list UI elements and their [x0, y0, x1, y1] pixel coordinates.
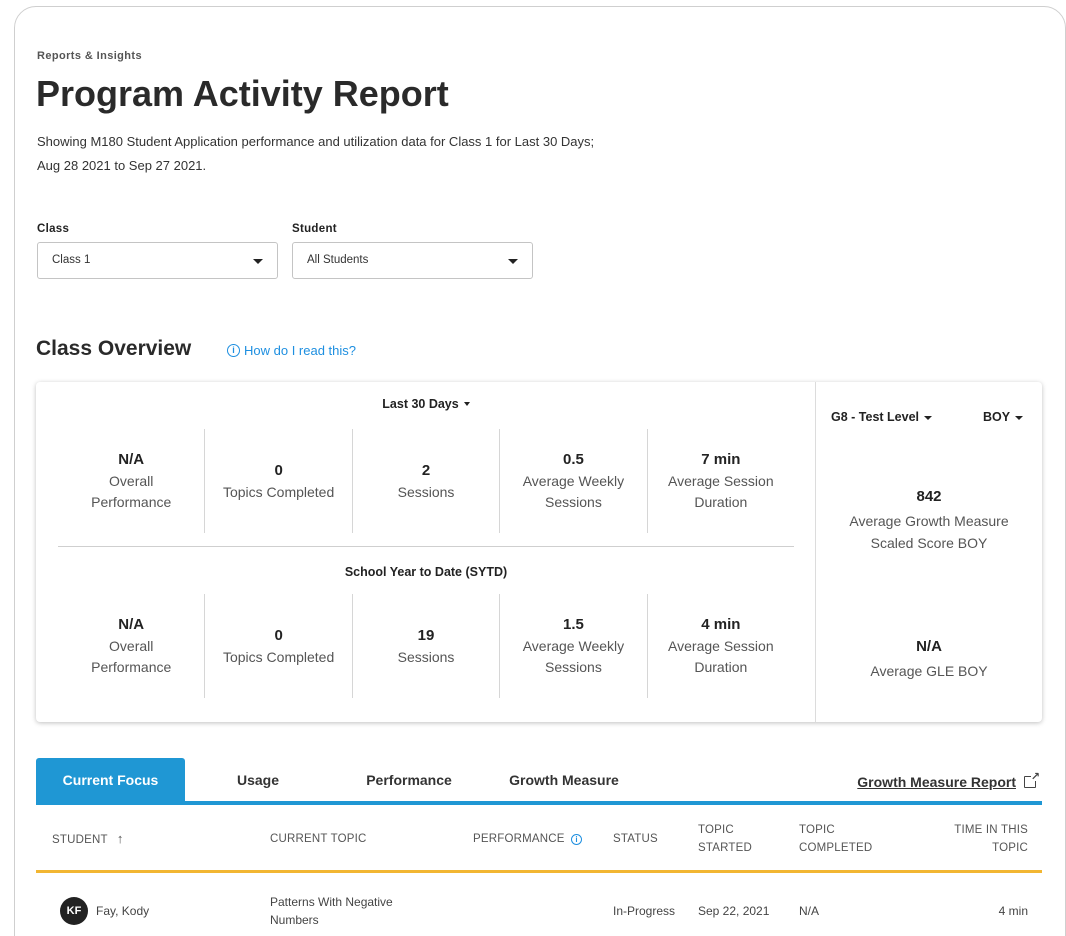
sytd-metrics: N/A Overall Performance 0 Topics Complet… — [58, 594, 794, 698]
metric-label: Topics Completed — [222, 648, 335, 665]
info-icon: i — [227, 344, 240, 357]
metric-value: 842 — [916, 488, 942, 505]
tab-performance[interactable]: Performance — [351, 758, 467, 801]
metric-value: N/A — [118, 451, 145, 468]
metric-value: 0 — [274, 461, 283, 479]
report-tabs: Current Focus Usage Performance Growth M… — [36, 758, 1042, 805]
tab-current-focus[interactable]: Current Focus — [36, 758, 185, 801]
current-topic: Patterns With Negative Numbers — [270, 895, 393, 927]
metric-label: Sessions — [397, 648, 455, 665]
metric-topics-completed: 0 Topics Completed — [204, 594, 351, 698]
metric-label: Average Session Duration — [668, 473, 774, 510]
metric-value: 0.5 — [562, 451, 584, 468]
last30-metrics: N/A Overall Performance 0 Topics Complet… — [58, 429, 794, 533]
arrow-up-icon: ↑ — [116, 831, 124, 846]
metric-sessions: 2 Sessions — [351, 429, 499, 533]
metric-label: Average Weekly Sessions — [522, 473, 625, 510]
sort-student-header[interactable]: STUDENT ↑ — [52, 830, 124, 849]
tab-usage[interactable]: Usage — [218, 758, 298, 801]
metric-growth-measure: 842 Average Growth Measure Scaled Score … — [816, 486, 1042, 554]
header-label: STUDENT — [52, 834, 108, 846]
metric-label: Average Weekly Sessions — [522, 638, 625, 675]
report-page: Reports & Insights Program Activity Repo… — [14, 6, 1066, 936]
header-time-in-topic: TIME IN THIS TOPIC — [954, 824, 1028, 854]
metric-value: 0 — [274, 626, 283, 644]
test-level-value: G8 - Test Level — [831, 410, 919, 424]
metric-value: N/A — [118, 616, 145, 633]
metric-label: Overall Performance — [91, 473, 172, 510]
metric-label: Sessions — [397, 483, 455, 500]
metric-average-session-duration: 7 min Average Session Duration — [646, 429, 794, 533]
table-row[interactable]: KF Fay, Kody Patterns With Negative Numb… — [36, 873, 1042, 936]
metric-sessions: 19 Sessions — [351, 594, 499, 698]
metric-label: Average GLE BOY — [870, 663, 988, 679]
metric-value: 2 — [421, 461, 431, 479]
page-description: Showing M180 Student Application perform… — [37, 134, 595, 173]
table-header: STUDENT ↑ CURRENT TOPIC PERFORMANCE i ST… — [36, 805, 1042, 873]
metric-value: 4 min — [701, 616, 741, 633]
boy-value: BOY — [983, 410, 1011, 424]
metric-label: Average Session Duration — [668, 638, 774, 675]
external-link-icon — [1024, 770, 1040, 788]
period-select-boy[interactable]: BOY — [983, 410, 1024, 424]
student-filter-label: Student — [292, 223, 337, 235]
time-in-topic-value: 4 min — [998, 904, 1028, 918]
metric-label: Average Growth Measure Scaled Score BOY — [849, 513, 1009, 551]
metric-label: Topics Completed — [222, 483, 335, 500]
header-topic-started: TOPIC STARTED — [698, 824, 753, 854]
chevron-down-icon — [508, 259, 518, 264]
growth-measure-report-link[interactable]: Growth Measure Report — [857, 770, 1040, 790]
chevron-down-icon — [1015, 416, 1024, 420]
help-link[interactable]: i How do I read this? — [227, 343, 356, 358]
header-performance: PERFORMANCE i — [473, 830, 583, 848]
divider — [58, 546, 794, 547]
class-select-value: Class 1 — [52, 254, 91, 266]
tab-growth-measure[interactable]: Growth Measure — [494, 758, 634, 801]
chevron-down-icon — [924, 416, 932, 420]
class-filter-label: Class — [37, 223, 70, 235]
test-level-dropdown[interactable]: G8 - Test Level — [831, 410, 932, 424]
header-topic-completed: TOPIC COMPLETED — [799, 824, 873, 854]
section-title: Class Overview — [36, 337, 192, 360]
overview-card: Last 30 Days N/A Overall Performance 0 T… — [36, 382, 1042, 722]
metric-value: 7 min — [701, 451, 741, 468]
page-title: Program Activity Report — [36, 73, 449, 114]
header-status: STATUS — [613, 833, 658, 845]
student-select[interactable]: All Students — [292, 242, 533, 279]
current-focus-table: STUDENT ↑ CURRENT TOPIC PERFORMANCE i ST… — [36, 805, 1042, 936]
class-select[interactable]: Class 1 — [37, 242, 278, 279]
metric-overall-performance: N/A Overall Performance — [58, 594, 204, 698]
avatar: KF — [60, 897, 88, 925]
status-value: In-Progress — [613, 904, 676, 918]
link-label: Growth Measure Report — [857, 774, 1016, 790]
header-label: PERFORMANCE — [473, 833, 565, 845]
header-current-topic: CURRENT TOPIC — [270, 833, 367, 845]
student-select-value: All Students — [307, 254, 369, 266]
sytd-label: School Year to Date (SYTD) — [344, 565, 508, 579]
metric-average-session-duration: 4 min Average Session Duration — [646, 594, 794, 698]
metric-topics-completed: 0 Topics Completed — [204, 429, 351, 533]
breadcrumb: Reports & Insights — [37, 50, 142, 62]
metric-average-weekly-sessions: 0.5 Average Weekly Sessions — [499, 429, 646, 533]
metric-value: 1.5 — [562, 616, 584, 633]
chevron-down-icon — [253, 259, 263, 264]
topic-completed-value: N/A — [799, 904, 820, 918]
metric-average-weekly-sessions: 1.5 Average Weekly Sessions — [499, 594, 646, 698]
period-label: Last 30 Days — [382, 397, 459, 411]
chevron-down-icon — [463, 402, 470, 406]
metric-value: N/A — [916, 638, 942, 655]
topic-started-value: Sep 22, 2021 — [698, 904, 770, 918]
period-dropdown[interactable]: Last 30 Days — [58, 397, 794, 411]
metric-average-gle: N/A Average GLE BOY — [816, 636, 1042, 682]
info-icon[interactable]: i — [571, 834, 583, 845]
help-link-label: How do I read this? — [244, 343, 357, 358]
metric-value: 19 — [417, 626, 435, 644]
student-name: Fay, Kody — [96, 904, 150, 918]
metric-label: Overall Performance — [91, 638, 172, 675]
metric-overall-performance: N/A Overall Performance — [58, 429, 204, 533]
